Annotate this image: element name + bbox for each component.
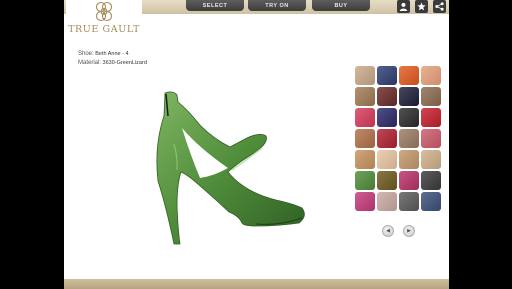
color-swatch[interactable] bbox=[377, 129, 397, 148]
shoe-preview[interactable] bbox=[144, 86, 354, 246]
material-value: 3630-GreenLizard bbox=[102, 60, 147, 66]
shoe-image bbox=[156, 91, 305, 245]
next-button[interactable]: ▶ bbox=[403, 225, 415, 237]
star-icon bbox=[417, 2, 426, 11]
share-icon bbox=[435, 2, 444, 11]
chevron-left-icon: ◀ bbox=[386, 228, 390, 234]
color-swatch[interactable] bbox=[377, 108, 397, 127]
favorite-button[interactable] bbox=[415, 0, 428, 13]
color-swatch[interactable] bbox=[355, 108, 375, 127]
buy-button[interactable]: BUY bbox=[312, 0, 370, 11]
color-swatch[interactable] bbox=[421, 66, 441, 85]
color-swatch[interactable] bbox=[355, 171, 375, 190]
chevron-right-icon: ▶ bbox=[407, 228, 411, 234]
color-swatch[interactable] bbox=[355, 129, 375, 148]
color-swatch[interactable] bbox=[421, 87, 441, 106]
color-swatch[interactable] bbox=[355, 66, 375, 85]
color-swatch[interactable] bbox=[399, 66, 419, 85]
shoe-value: Beth Anne - 4 bbox=[95, 51, 129, 57]
user-icon bbox=[399, 2, 408, 11]
color-swatch[interactable] bbox=[399, 150, 419, 169]
product-info: Shoe: Beth Anne - 4 Material: 3630-Green… bbox=[78, 50, 147, 68]
color-swatch[interactable] bbox=[399, 129, 419, 148]
user-button[interactable] bbox=[397, 0, 410, 13]
shoe-key: Shoe: bbox=[78, 51, 94, 57]
color-swatch[interactable] bbox=[355, 192, 375, 211]
color-swatch[interactable] bbox=[377, 171, 397, 190]
brand-name: TRUE GAULT bbox=[68, 24, 140, 35]
brand-logo[interactable]: TRUE GAULT bbox=[66, 0, 142, 37]
share-button[interactable] bbox=[433, 0, 446, 13]
bottom-bar bbox=[64, 279, 449, 289]
color-swatch[interactable] bbox=[399, 108, 419, 127]
color-swatch[interactable] bbox=[399, 171, 419, 190]
color-swatch[interactable] bbox=[377, 87, 397, 106]
color-swatch[interactable] bbox=[377, 192, 397, 211]
color-swatch[interactable] bbox=[421, 129, 441, 148]
material-key: Material: bbox=[78, 60, 102, 66]
color-swatch[interactable] bbox=[421, 171, 441, 190]
try-on-button[interactable]: TRY ON bbox=[248, 0, 306, 11]
color-swatch[interactable] bbox=[399, 87, 419, 106]
select-button[interactable]: SELECT bbox=[186, 0, 244, 11]
previous-button[interactable]: ◀ bbox=[382, 225, 394, 237]
color-swatch[interactable] bbox=[421, 192, 441, 211]
color-swatch[interactable] bbox=[421, 108, 441, 127]
color-swatch[interactable] bbox=[421, 150, 441, 169]
color-swatch[interactable] bbox=[355, 150, 375, 169]
color-swatch[interactable] bbox=[399, 192, 419, 211]
interlocked-rings-logo-icon bbox=[95, 1, 113, 22]
color-swatch-grid bbox=[355, 66, 443, 211]
app-window: TRUE GAULT SELECT TRY ON BUY Shoe: Beth … bbox=[64, 0, 449, 289]
color-swatch[interactable] bbox=[355, 87, 375, 106]
color-swatch[interactable] bbox=[377, 150, 397, 169]
color-swatch[interactable] bbox=[377, 66, 397, 85]
